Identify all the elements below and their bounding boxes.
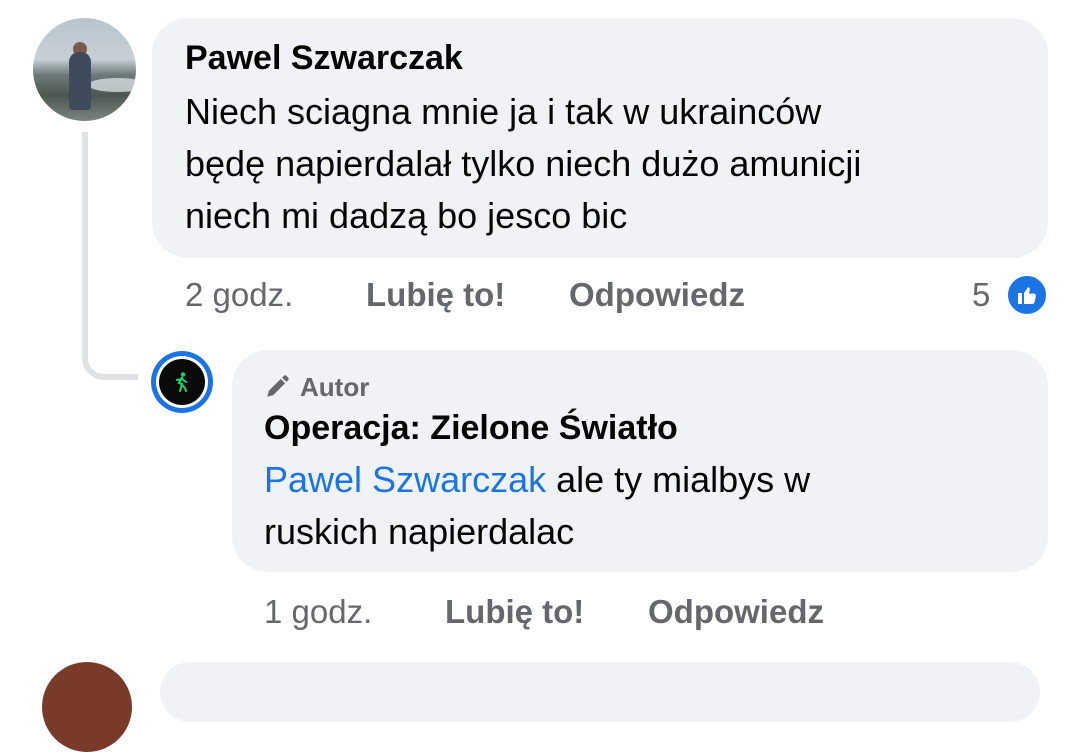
reply-bubble: Autor Operacja: Zielone Światło Pawel Sz…: [232, 350, 1048, 572]
comment-text: Niech sciagna mnie ja i tak w ukrainców …: [185, 86, 861, 242]
next-comment-bubble: [160, 662, 1040, 722]
page-avatar-ring: [156, 356, 208, 408]
reply-button[interactable]: Odpowiedz: [569, 275, 745, 315]
author-badge: Autor: [264, 372, 369, 402]
page-avatar[interactable]: [151, 351, 213, 413]
comment-time[interactable]: 2 godz.: [185, 275, 293, 315]
next-comment-avatar[interactable]: [42, 662, 132, 752]
pencil-icon: [264, 374, 290, 400]
reply-author[interactable]: Operacja: Zielone Światło: [264, 408, 678, 448]
reply-text-line: Pawel Szwarczak ale ty mialbys w: [264, 454, 810, 506]
author-badge-label: Autor: [300, 372, 370, 402]
thumbs-up-icon[interactable]: [1005, 273, 1049, 317]
walking-figure-icon: [159, 359, 205, 405]
mention-link[interactable]: Pawel Szwarczak: [264, 459, 546, 500]
reply-text: Pawel Szwarczak ale ty mialbys w ruskich…: [264, 454, 810, 558]
comment-text-line: niech mi dadzą bo jesco bic: [185, 195, 628, 236]
like-button[interactable]: Lubię to!: [366, 275, 505, 315]
avatar-photo-wave: [88, 78, 136, 92]
avatar[interactable]: [33, 18, 136, 121]
reply-time[interactable]: 1 godz.: [264, 592, 372, 632]
reply-text-segment: ale ty mialbys w: [546, 459, 811, 500]
comment-author[interactable]: Pawel Szwarczak: [185, 38, 463, 78]
comment-text-line: Niech sciagna mnie ja i tak w ukrainców: [185, 91, 822, 132]
reply-text-line: ruskich napierdalac: [264, 511, 575, 552]
reaction-count[interactable]: 5: [972, 275, 990, 315]
reply-thread-line: [82, 132, 138, 380]
reply-like-button[interactable]: Lubię to!: [445, 592, 584, 632]
comment-text-line: będę napierdalał tylko niech dużo amunic…: [185, 143, 862, 184]
comment-bubble: Pawel Szwarczak Niech sciagna mnie ja i …: [152, 18, 1048, 258]
reply-reply-button[interactable]: Odpowiedz: [648, 592, 824, 632]
avatar-photo-person: [69, 52, 91, 110]
